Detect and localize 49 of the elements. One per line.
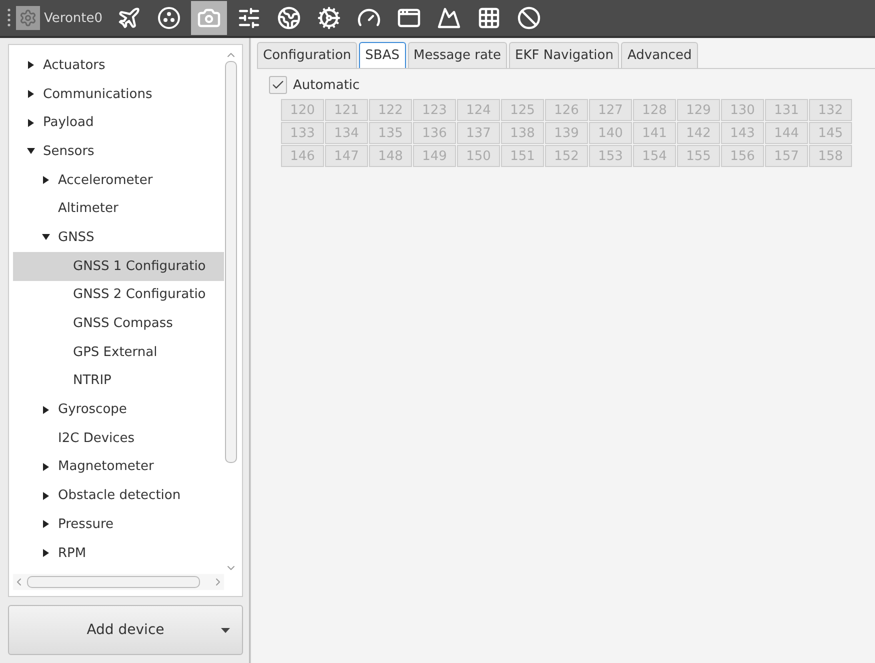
three-dots-circle-icon [156,6,180,30]
tree-item[interactable]: GNSS Compass [13,309,224,338]
collapsed-arrow-icon[interactable] [27,61,35,70]
expanded-arrow-icon[interactable] [27,147,35,156]
tree-item[interactable]: Pressure [13,510,224,539]
grid-icon [476,6,500,30]
window-icon [396,6,420,30]
collapsed-arrow-icon[interactable] [27,90,35,98]
tree-item[interactable]: Gyroscope [13,395,224,424]
tree-item[interactable]: I2C Devices [13,424,224,453]
tree-item[interactable]: Altimeter [13,194,224,224]
tab[interactable]: Advanced [621,42,698,68]
collapsed-arrow-icon[interactable] [27,118,35,127]
tab[interactable]: EKF Navigation [509,42,620,68]
grip-icon [6,7,12,29]
collapsed-arrow-icon[interactable] [42,176,50,184]
collapsed-arrow-icon[interactable] [42,520,50,528]
tab[interactable]: SBAS [359,42,406,68]
tree-item[interactable]: GNSS 2 Configuratio [13,280,224,310]
prohibited-icon [516,6,540,30]
tree-item[interactable]: GNSS [13,223,224,252]
collapsed-arrow-icon[interactable] [42,492,50,500]
tab[interactable]: Message rate [408,42,508,68]
globe-icon [276,6,300,30]
checkbox[interactable] [269,76,287,94]
collapsed-arrow-icon[interactable] [42,462,50,471]
tree-item[interactable]: Sensors [13,137,224,166]
tree-item[interactable]: RPM [13,538,224,568]
tree-item[interactable]: Payload [13,108,224,138]
mountain-icon [436,6,460,30]
caret-icon [221,628,230,633]
tree-item[interactable]: NTRIP [13,366,224,396]
plane-icon [116,6,140,30]
collapsed-arrow-icon[interactable] [42,549,50,558]
add-device-button[interactable]: Add device [8,605,243,655]
tree-item[interactable]: Obstacle detection [13,481,224,510]
tree-item[interactable]: Actuators [13,51,224,80]
expanded-arrow-icon[interactable] [42,233,50,242]
tab[interactable]: Configuration [257,42,358,68]
app-name: Veronte0 [44,10,102,26]
tree-item[interactable]: Communications [13,80,224,108]
tree-item[interactable]: Accelerometer [13,166,224,194]
camera-icon [196,6,220,30]
tree-item[interactable]: GPS External [13,338,224,367]
tree-item[interactable]: GNSS 1 Configuratio [13,252,224,280]
sliders-icon [236,6,260,30]
collapsed-arrow-icon[interactable] [42,406,50,414]
checkbox-label: Automatic [293,78,360,92]
tree-item[interactable]: Magnetometer [13,452,224,482]
